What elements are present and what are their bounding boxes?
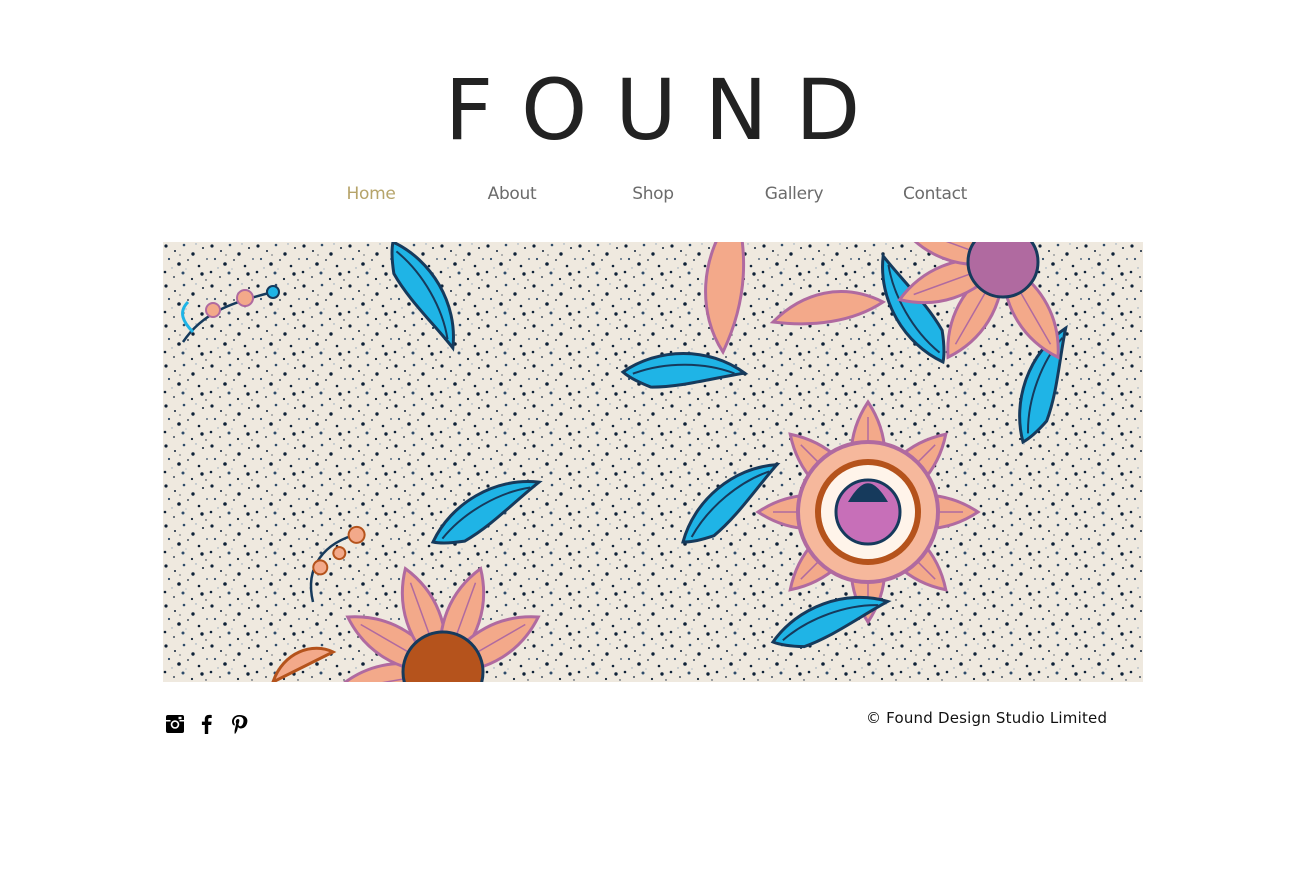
page: FOUND Home About Shop Gallery Contact © … <box>0 0 1311 870</box>
copyright-text: © Found Design Studio Limited <box>866 709 1108 727</box>
instagram-icon <box>166 715 184 733</box>
facebook-icon <box>201 714 212 734</box>
site-logo[interactable]: FOUND <box>0 62 1311 158</box>
social-links <box>163 712 251 736</box>
nav-item-contact[interactable]: Contact <box>865 182 1005 206</box>
pinterest-icon <box>232 715 248 734</box>
nav-item-shop[interactable]: Shop <box>583 182 723 206</box>
instagram-link[interactable] <box>163 712 187 736</box>
nav-item-home[interactable]: Home <box>301 182 441 206</box>
nav-item-gallery[interactable]: Gallery <box>724 182 864 206</box>
hero-image <box>163 242 1143 682</box>
main-nav: Home About Shop Gallery Contact <box>0 182 1311 208</box>
pinterest-link[interactable] <box>227 712 251 736</box>
nav-item-about[interactable]: About <box>442 182 582 206</box>
floral-pattern-illustration <box>163 242 1143 682</box>
facebook-link[interactable] <box>195 712 219 736</box>
